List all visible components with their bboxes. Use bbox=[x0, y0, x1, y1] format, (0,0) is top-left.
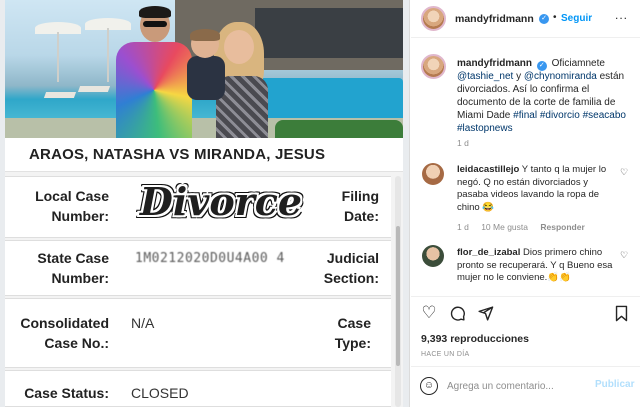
caption-avatar[interactable] bbox=[421, 54, 446, 79]
comment-2-username[interactable]: flor_de_izabal bbox=[457, 247, 520, 258]
author-username[interactable]: mandyfridmann bbox=[455, 13, 534, 25]
bookmark-icon[interactable] bbox=[611, 303, 631, 323]
man-figure bbox=[112, 6, 194, 138]
case-type-label-2: Type: bbox=[334, 335, 371, 351]
emoji-icon[interactable]: ☺ bbox=[420, 377, 438, 395]
comment-1-time: 1 d bbox=[457, 222, 469, 232]
consolidated-label-2: Case No.: bbox=[44, 335, 109, 351]
status-card: Case Status: CLOSED bbox=[5, 370, 391, 407]
filing-label: Filing bbox=[341, 188, 379, 204]
local-case-label-2: Number: bbox=[51, 208, 109, 224]
mention-chynomiranda[interactable]: @chynomiranda bbox=[524, 71, 597, 82]
consolidated-card: Consolidated Case No.: N/A Case Type: bbox=[5, 298, 391, 368]
comment-1-reply[interactable]: Responder bbox=[540, 222, 584, 232]
court-document: ARAOS, NATASHA VS MIRANDA, JESUS Local C… bbox=[5, 138, 403, 407]
heart-icon[interactable]: ♡ bbox=[419, 303, 439, 323]
comment-1-username[interactable]: leidacastillejo bbox=[457, 164, 519, 175]
case-title: ARAOS, NATASHA VS MIRANDA, JESUS bbox=[29, 146, 326, 163]
consolidated-label: Consolidated bbox=[20, 315, 109, 331]
commenter-avatar[interactable] bbox=[422, 163, 444, 185]
post-caption: mandyfridmann ✓ Oficiamnete @tashie_net … bbox=[457, 57, 632, 135]
case-type-label: Case bbox=[337, 315, 371, 331]
caption-username[interactable]: mandyfridmann bbox=[457, 58, 532, 69]
more-options-icon[interactable]: ... bbox=[615, 8, 628, 22]
child-figure bbox=[185, 29, 227, 100]
lounger-shape bbox=[77, 86, 111, 92]
caption-text-2: y bbox=[516, 71, 522, 82]
follow-button[interactable]: Seguir bbox=[561, 13, 592, 24]
comment-bar: ☺ Publicar bbox=[411, 366, 640, 407]
comment-2-like-icon[interactable]: ♡ bbox=[620, 250, 628, 261]
post-photo bbox=[5, 0, 403, 138]
caption-verified-icon: ✓ bbox=[536, 61, 547, 71]
action-bar: ♡ bbox=[411, 296, 640, 330]
judicial-label-2: Section: bbox=[323, 270, 379, 286]
caption-text-1: Oficiamnete bbox=[551, 58, 605, 69]
comment-icon[interactable] bbox=[447, 303, 467, 323]
umbrella-pole bbox=[107, 28, 109, 82]
state-case-value: 1M0212020D0U4A00 4 bbox=[135, 251, 285, 266]
building-window-shape bbox=[255, 8, 403, 58]
comment-input[interactable] bbox=[447, 378, 587, 394]
post-media[interactable]: ARAOS, NATASHA VS MIRANDA, JESUS Local C… bbox=[0, 0, 410, 407]
caption-time: 1 d bbox=[457, 138, 469, 148]
state-case-card: State Case Number: 1M0212020D0U4A00 4 Ju… bbox=[5, 240, 391, 296]
author-avatar[interactable] bbox=[421, 6, 446, 31]
plant-shape bbox=[275, 120, 403, 138]
state-case-label-2: Number: bbox=[51, 270, 109, 286]
consolidated-value: N/A bbox=[131, 315, 155, 331]
share-icon[interactable] bbox=[475, 303, 495, 323]
post-panel: mandyfridmann ✓ • Seguir ... mandyfridma… bbox=[411, 0, 640, 407]
status-value: CLOSED bbox=[131, 385, 189, 401]
umbrella-pole bbox=[57, 32, 59, 82]
document-scroll-thumb[interactable] bbox=[396, 226, 400, 366]
comment-2: flor_de_izabal Dios primero chino pronto… bbox=[457, 247, 617, 285]
mention-tashie[interactable]: @tashie_net bbox=[457, 71, 513, 82]
comment-1: leidacastillejo Y tanto q la mujer lo ne… bbox=[457, 164, 617, 214]
document-header: ARAOS, NATASHA VS MIRANDA, JESUS bbox=[5, 138, 403, 172]
view-count[interactable]: 9,393 reproducciones bbox=[421, 333, 529, 345]
comment-1-likes[interactable]: 10 Me gusta bbox=[481, 222, 528, 232]
status-label: Case Status: bbox=[24, 385, 109, 401]
divorce-overlay-text: Divorce bbox=[139, 179, 303, 224]
lounger-shape bbox=[43, 92, 77, 98]
verified-icon: ✓ bbox=[539, 14, 549, 24]
comment-1-meta: 1 d 10 Me gusta Responder bbox=[457, 222, 595, 232]
separator-dot: • bbox=[553, 12, 557, 23]
filing-label-2: Date: bbox=[343, 208, 379, 224]
state-case-label: State Case bbox=[37, 250, 109, 266]
post-time: HACE UN DÍA bbox=[421, 351, 470, 358]
post-comment-button[interactable]: Publicar bbox=[595, 379, 634, 390]
post-header: mandyfridmann ✓ • Seguir ... bbox=[411, 0, 640, 38]
comment-1-like-icon[interactable]: ♡ bbox=[620, 167, 628, 178]
commenter-avatar[interactable] bbox=[422, 245, 444, 267]
local-case-label: Local Case bbox=[35, 188, 109, 204]
judicial-label: Judicial bbox=[326, 250, 379, 266]
